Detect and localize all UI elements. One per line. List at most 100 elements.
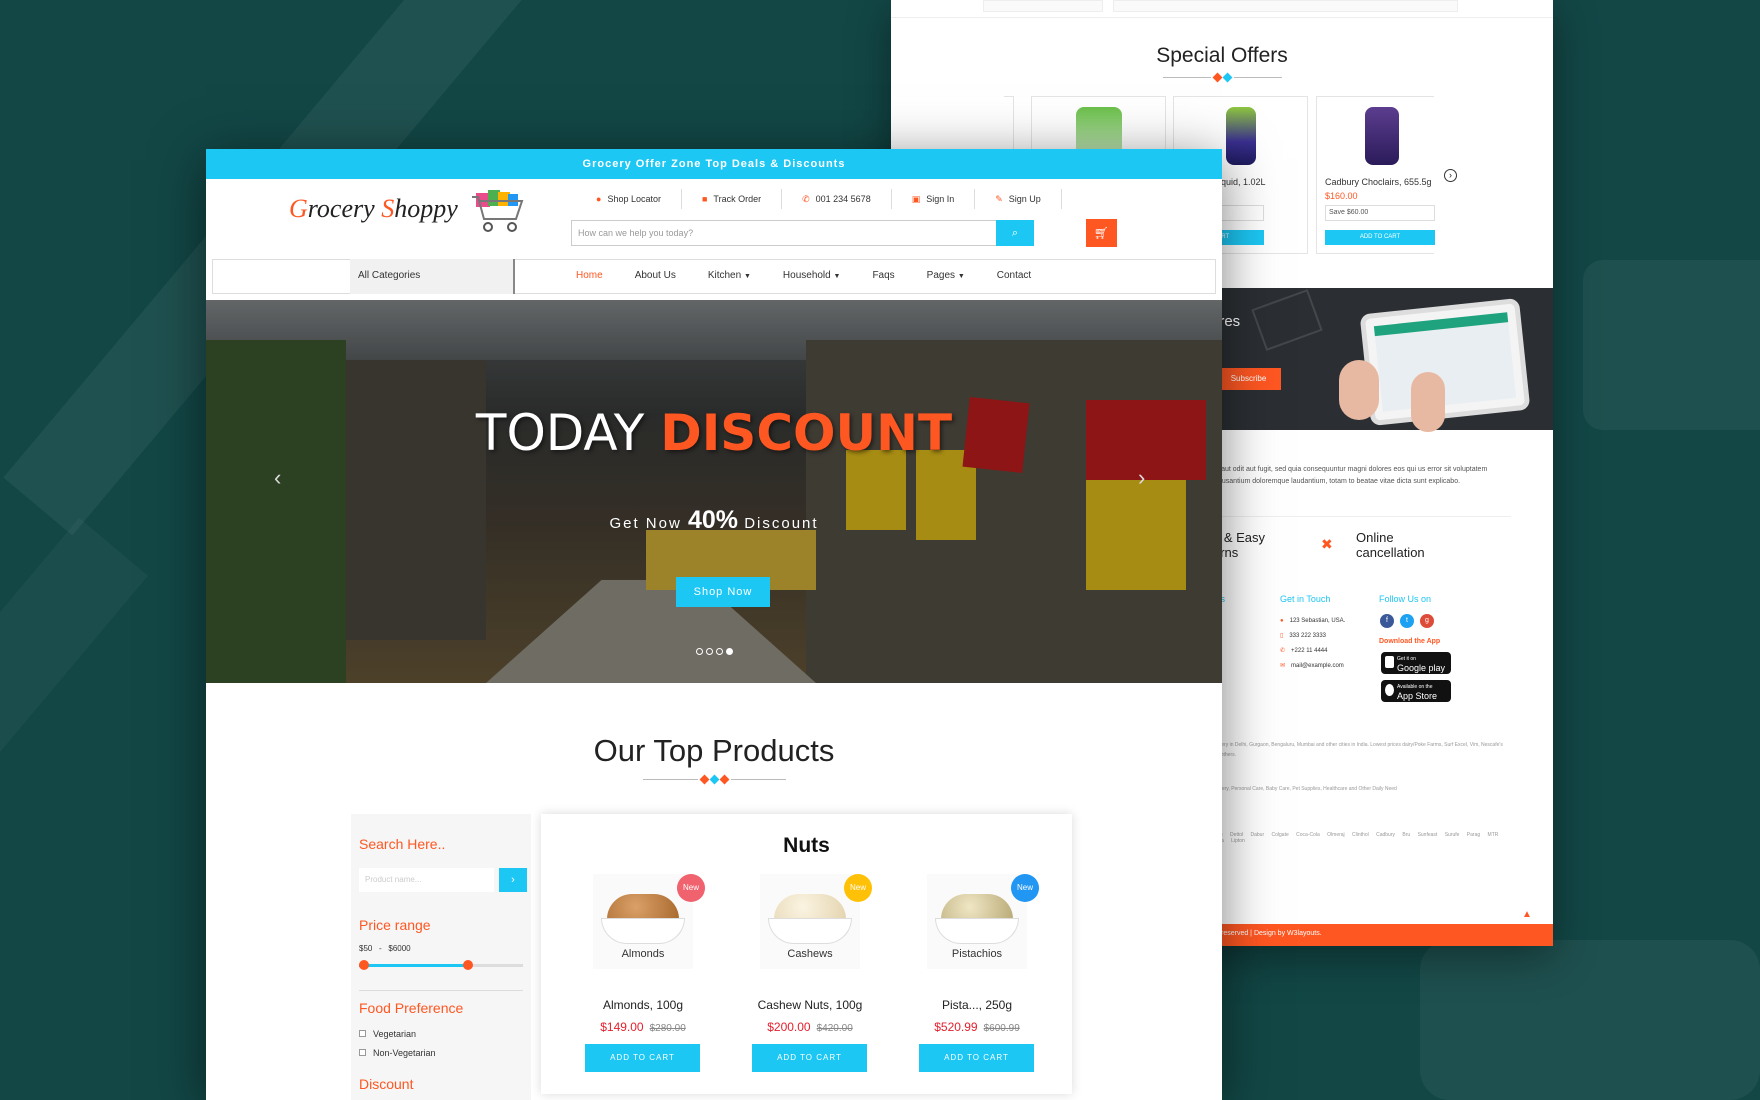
nav-contact[interactable]: Contact <box>997 270 1031 281</box>
offer-save: Save $60.00 <box>1325 205 1435 221</box>
new-badge: New <box>677 874 705 902</box>
shopping-cart-icon <box>472 190 524 232</box>
price-min: $50 <box>359 944 373 953</box>
facebook-icon[interactable]: f <box>1380 614 1394 628</box>
link-label: 001 234 5678 <box>815 194 871 204</box>
main-nav: Home About Us Kitchen ▼ Household ▼ Faqs… <box>576 270 1031 281</box>
slider-next-icon[interactable]: › <box>1138 465 1145 491</box>
contact-list: ● 123 Sebastian, USA. ▯ 333 222 3333 ✆ +222… <box>1280 614 1351 674</box>
scroll-top-icon[interactable]: ▲ <box>1522 909 1532 920</box>
checkbox-box <box>359 1030 366 1037</box>
shop-now-button[interactable]: Shop Now <box>676 577 770 607</box>
contact-item: ● 123 Sebastian, USA. <box>1280 614 1351 629</box>
slider-dot[interactable] <box>706 648 713 655</box>
close-icon: ✖ <box>1321 536 1333 552</box>
bowl <box>768 918 852 944</box>
link-label: Track Order <box>713 194 762 204</box>
product-image-label: Cashews <box>787 948 833 960</box>
feature-cancellation-text: Online cancellation <box>1356 530 1425 560</box>
product-price: $149.00 $280.00 <box>577 1020 709 1034</box>
carousel-next-icon[interactable]: › <box>1444 169 1457 182</box>
app-store-button[interactable]: Available on the App Store <box>1381 680 1451 702</box>
contact-item: ✆ +222 11 4444 <box>1280 644 1351 659</box>
twitter-icon[interactable]: t <box>1400 614 1414 628</box>
nav-household[interactable]: Household ▼ <box>783 270 841 281</box>
nuts-title: Nuts <box>783 834 830 857</box>
background-stripe <box>0 518 148 882</box>
caret-down-icon: ▼ <box>957 273 965 280</box>
add-to-cart-button[interactable]: ADD TO CART <box>919 1044 1034 1072</box>
store-big: Google play <box>1397 663 1446 673</box>
price-slider-min-handle[interactable] <box>359 960 369 970</box>
site-logo[interactable]: Grocery Shoppy <box>289 194 458 224</box>
search-button[interactable]: ⌕ <box>996 220 1034 246</box>
contact-text: 333 222 3333 <box>1289 633 1327 639</box>
logo-letter: G <box>289 194 308 223</box>
category-select[interactable]: All Categories <box>350 259 515 294</box>
section-divider <box>891 72 1553 83</box>
contact-text: mail@example.com <box>1291 663 1344 669</box>
price-max: $6000 <box>388 944 411 953</box>
subscribe-button[interactable]: Subscribe <box>1216 368 1281 390</box>
hero-subtitle: Get Now 40% Discount <box>206 506 1222 535</box>
contact-item: ▯ 333 222 3333 <box>1280 629 1351 644</box>
chevron-right-icon: › <box>511 874 515 886</box>
price-range-values: $50 - $6000 <box>359 944 411 953</box>
track-order-link[interactable]: ■ Track Order <box>682 189 783 209</box>
slider-prev-icon[interactable]: ‹ <box>274 465 281 491</box>
front-page-preview: Grocery Offer Zone Top Deals & Discounts… <box>206 149 1222 1100</box>
hero-title-white: TODAY <box>475 404 645 462</box>
download-app-label: Download the App <box>1379 638 1441 645</box>
search-heading: Search Here.. <box>359 836 446 852</box>
logo-letter: S <box>381 194 395 223</box>
add-to-cart-button[interactable]: ADD TO CART <box>1325 230 1435 245</box>
footer-heading-follow: Follow Us on <box>1379 594 1432 604</box>
nav-kitchen[interactable]: Kitchen ▼ <box>708 270 751 281</box>
checkbox-label: Vegetarian <box>373 1029 417 1039</box>
non-vegetarian-checkbox[interactable]: Non-Vegetarian <box>359 1048 436 1058</box>
logo-text: rocery <box>307 194 382 223</box>
caret-down-icon: ▼ <box>743 273 751 280</box>
add-to-cart-button[interactable]: ADD TO CART <box>585 1044 700 1072</box>
offer-card[interactable]: Cadbury Choclairs, 655.5g $160.00 Save $… <box>1316 96 1435 254</box>
slider-dot[interactable] <box>696 648 703 655</box>
price-slider-track[interactable] <box>359 964 523 967</box>
product-search-button[interactable]: › <box>499 868 527 892</box>
footer-brands: Dove Dettol Dabur Colgate Coca-Cola Olme… <box>1211 832 1499 844</box>
contact-text: +222 11 4444 <box>1291 648 1328 654</box>
add-to-cart-button[interactable]: ADD TO CART <box>752 1044 867 1072</box>
hero-title: TODAY DISCOUNT <box>206 404 1222 462</box>
hero-sub-post: Discount <box>744 515 819 532</box>
price-old: $420.00 <box>816 1023 853 1034</box>
background-panel <box>1420 940 1760 1100</box>
truck-icon: ■ <box>701 194 708 204</box>
product-image-label: Pistachios <box>951 948 1003 960</box>
price-heading: Price range <box>359 917 431 933</box>
google-plus-icon[interactable]: g <box>1420 614 1434 628</box>
cart-button[interactable]: 🛒︎ <box>1086 219 1117 247</box>
vegetarian-checkbox[interactable]: Vegetarian <box>359 1029 416 1039</box>
sign-in-link[interactable]: ▣ Sign In <box>892 189 976 209</box>
link-label: Sign In <box>926 194 955 204</box>
product-search-input[interactable]: Product name... <box>359 868 494 892</box>
google-play-button[interactable]: Get it on Google play <box>1381 652 1451 674</box>
apple-icon <box>1385 684 1394 696</box>
link-label: Shop Locator <box>607 194 661 204</box>
google-play-icon <box>1385 656 1394 668</box>
search-input[interactable]: How can we help you today? <box>571 220 998 246</box>
special-offers-title: Special Offers <box>1156 44 1288 67</box>
phone-link[interactable]: ✆ 001 234 5678 <box>782 189 892 209</box>
product-image-label: Almonds <box>621 948 665 960</box>
product-price: $520.99 $600.99 <box>911 1020 1043 1034</box>
price-current: $200.00 <box>767 1020 811 1034</box>
nav-about[interactable]: About Us <box>635 270 676 281</box>
nav-home[interactable]: Home <box>576 270 603 281</box>
nav-faqs[interactable]: Faqs <box>872 270 894 281</box>
nav-pages[interactable]: Pages ▼ <box>927 270 965 281</box>
slider-dot[interactable] <box>726 648 733 655</box>
slider-dot[interactable] <box>716 648 723 655</box>
shop-locator-link[interactable]: ● Shop Locator <box>576 189 682 209</box>
sign-up-link[interactable]: ✎ Sign Up <box>975 189 1062 209</box>
price-slider-max-handle[interactable] <box>463 960 473 970</box>
feature-cancellation: Online cancellation <box>1356 530 1425 560</box>
